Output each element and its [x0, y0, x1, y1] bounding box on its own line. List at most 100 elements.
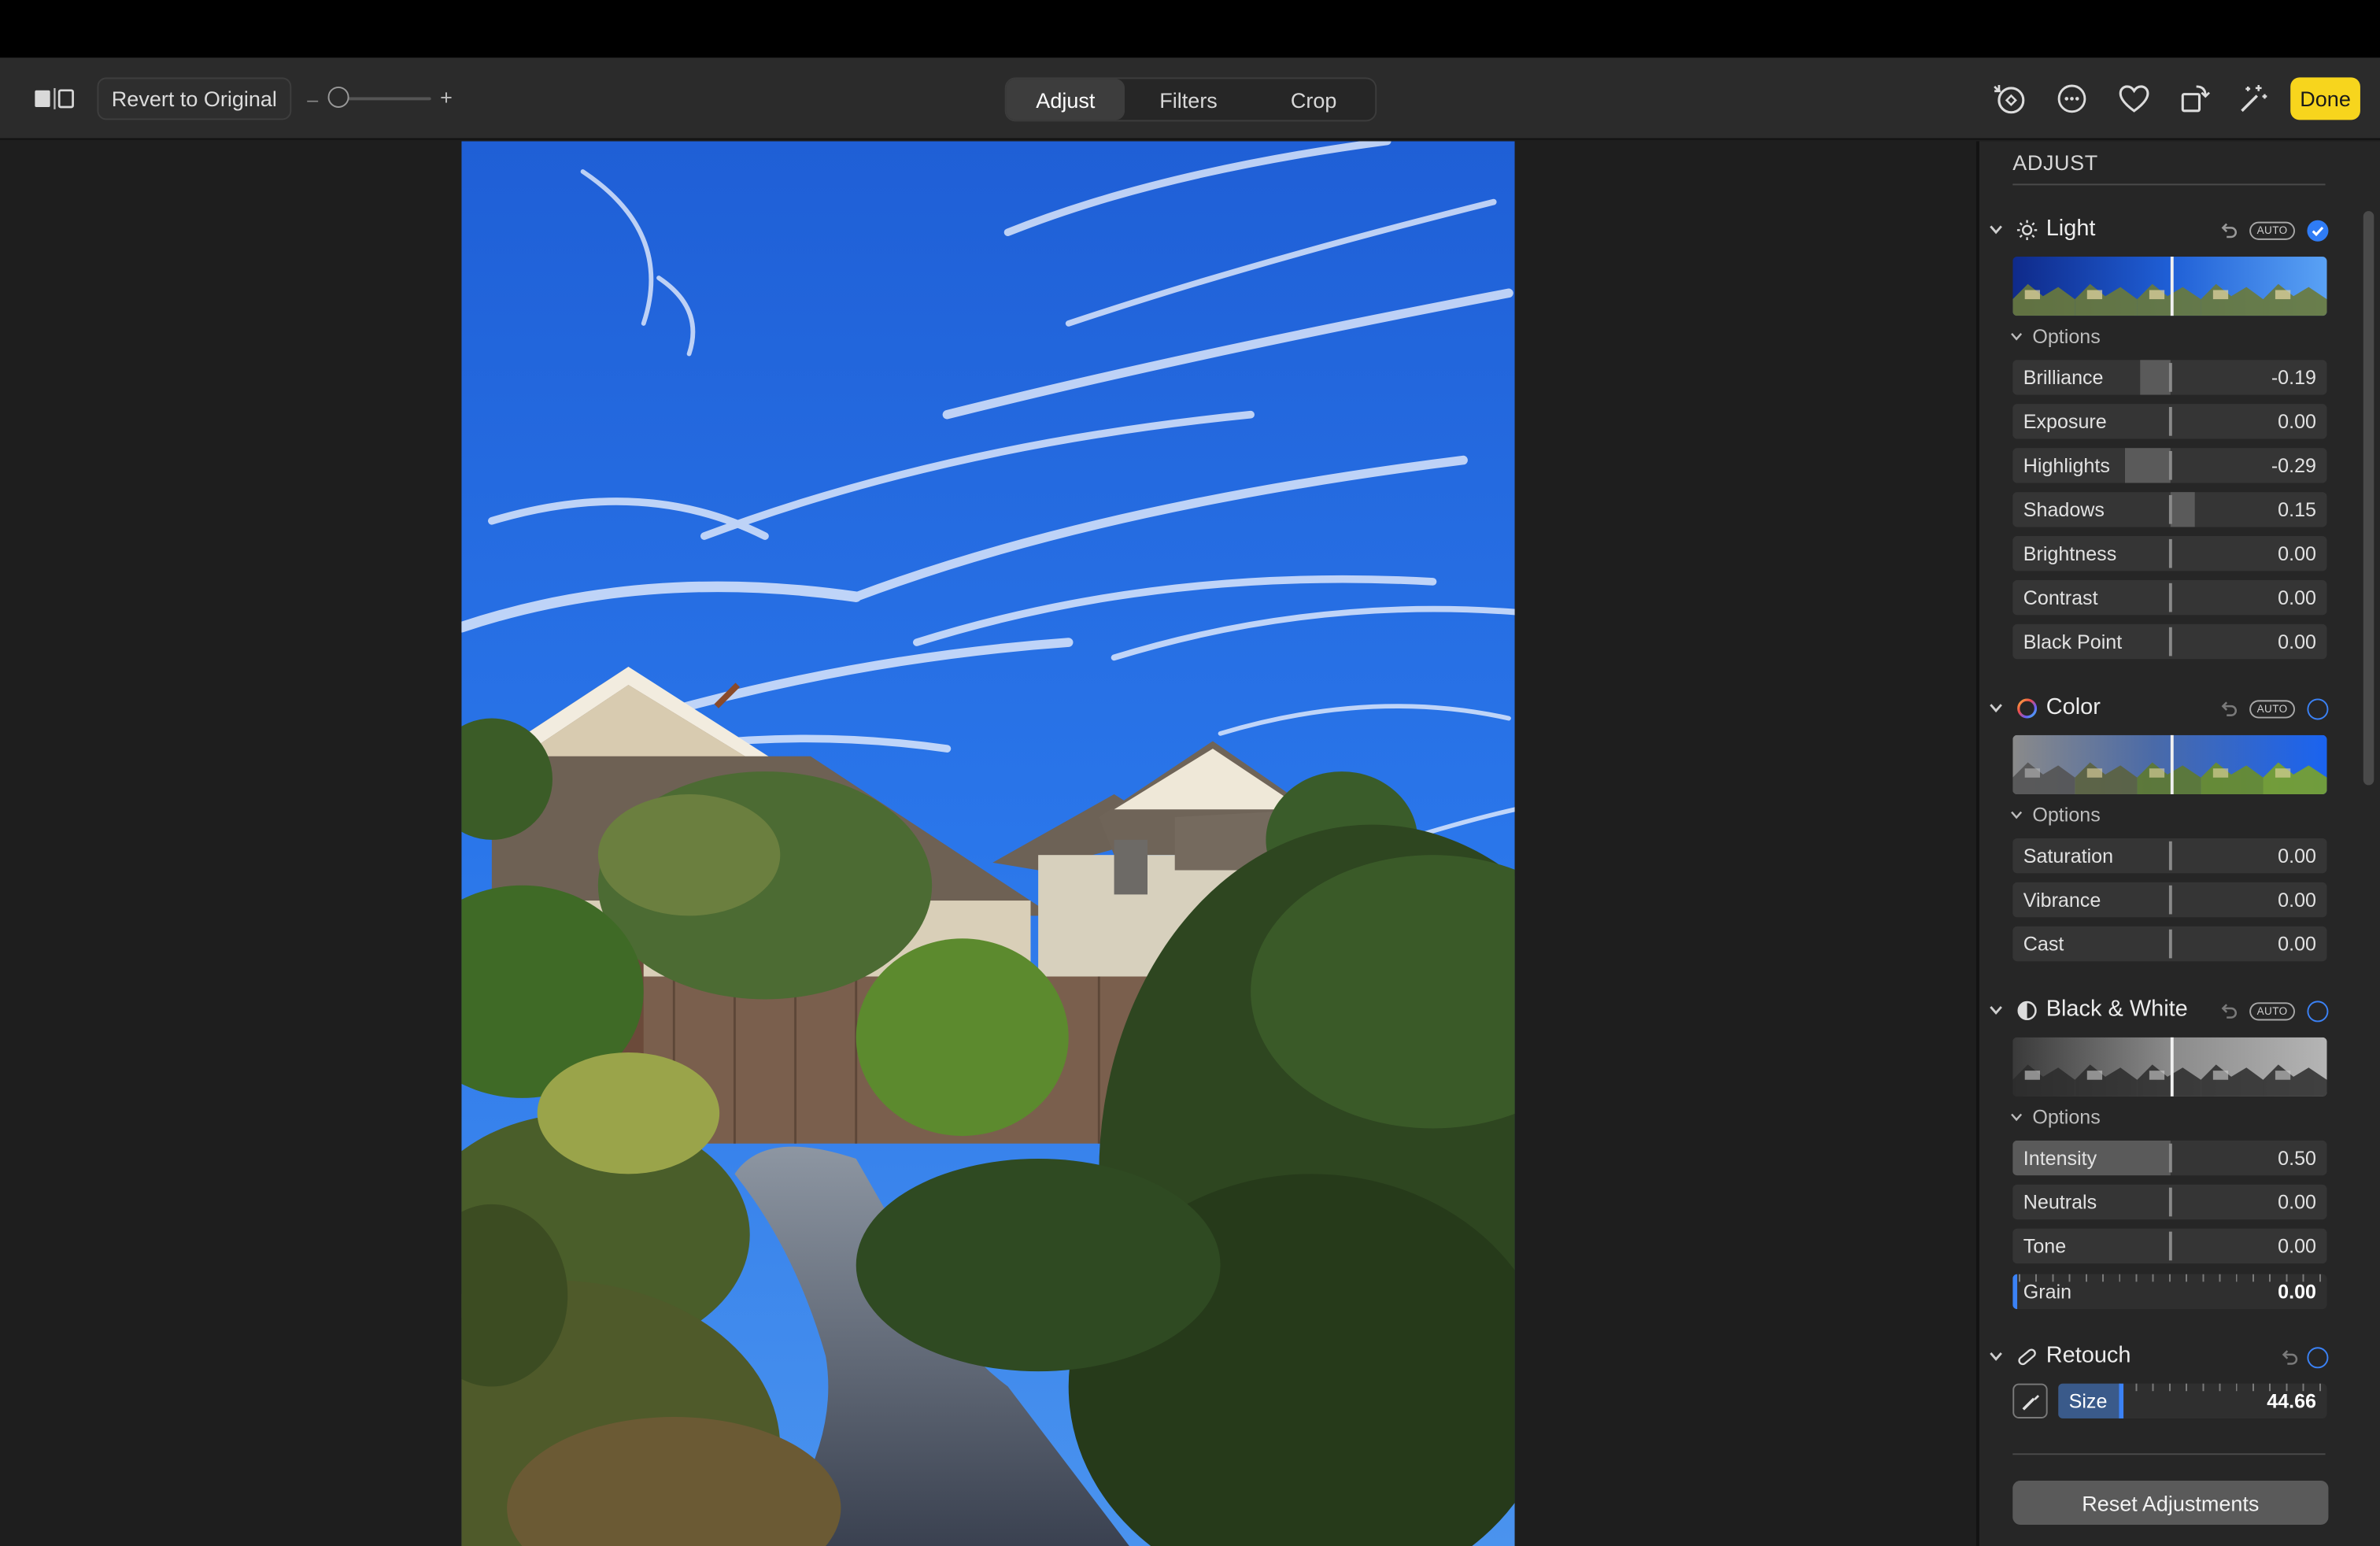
slider-brightness[interactable]: Brightness 0.00	[2012, 536, 2327, 571]
slider-label: Saturation	[2023, 844, 2114, 867]
tab-adjust[interactable]: Adjust	[1006, 79, 1125, 120]
slider-value: 0.00	[2278, 844, 2316, 867]
light-options-toggle[interactable]: Options	[2009, 325, 2101, 348]
tab-filters[interactable]: Filters	[1125, 79, 1252, 120]
slider-saturation[interactable]: Saturation 0.00	[2012, 838, 2327, 874]
divider	[2012, 183, 2326, 186]
sidebar-scrollbar[interactable]	[2363, 211, 2374, 786]
slider-contrast[interactable]: Contrast 0.00	[2012, 579, 2327, 616]
zoom-out-icon[interactable]: –	[304, 87, 322, 110]
favorite-heart-icon[interactable]	[2116, 80, 2152, 117]
half-circle-icon	[2017, 1000, 2037, 1021]
bw-options-toggle[interactable]: Options	[2009, 1106, 2101, 1128]
slider-neutrals[interactable]: Neutrals 0.00	[2012, 1184, 2327, 1220]
slider-fill	[2140, 360, 2171, 395]
slider-label: Size	[2068, 1389, 2108, 1413]
slider-label: Intensity	[2023, 1146, 2097, 1170]
slider-label: Grain	[2023, 1280, 2072, 1304]
photo-canvas	[0, 141, 1976, 1546]
retouch-brush-button[interactable]	[2012, 1383, 2048, 1418]
grain-slider[interactable]: Grain 0.00	[2012, 1274, 2327, 1310]
retouch-size-slider[interactable]: Size 44.66	[2058, 1383, 2327, 1418]
retouch-title: Retouch	[2046, 1342, 2131, 1369]
slider-exposure[interactable]: Exposure 0.00	[2012, 404, 2327, 439]
slider-value: -0.29	[2271, 453, 2316, 477]
auto-button[interactable]: AUTO	[2249, 221, 2295, 240]
undo-icon[interactable]	[2219, 698, 2238, 719]
slider-center-mark	[2168, 1143, 2172, 1173]
chevron-down-icon	[2011, 811, 2023, 819]
slider-center-mark	[2168, 494, 2172, 524]
slider-value: 0.00	[2278, 1234, 2316, 1258]
color-title: Color	[2046, 693, 2101, 720]
slider-label: Neutrals	[2023, 1190, 2097, 1214]
options-label: Options	[2032, 803, 2101, 827]
slider-value: 0.00	[2278, 409, 2316, 433]
slider-center-mark	[2168, 627, 2172, 656]
light-section-header[interactable]: Light AUTO	[1988, 214, 2331, 247]
rotate-icon[interactable]	[2177, 80, 2213, 117]
slider-highlights[interactable]: Highlights -0.29	[2012, 448, 2327, 483]
zoom-slider-knob[interactable]	[327, 86, 349, 108]
info-edit-icon[interactable]	[1991, 80, 2027, 117]
chevron-down-icon	[2011, 333, 2023, 341]
auto-button[interactable]: AUTO	[2249, 1002, 2295, 1021]
undo-icon[interactable]	[2219, 1000, 2238, 1022]
chevron-down-icon[interactable]	[1988, 1348, 2003, 1363]
enabled-checkmark-icon[interactable]	[2307, 220, 2329, 242]
reset-adjustments-button[interactable]: Reset Adjustments	[2012, 1481, 2329, 1525]
color-wheel-icon	[2017, 698, 2038, 719]
color-options-toggle[interactable]: Options	[2009, 803, 2101, 827]
retouch-section-header[interactable]: Retouch	[1988, 1341, 2331, 1374]
slider-handle[interactable]	[2119, 1383, 2124, 1418]
tab-crop[interactable]: Crop	[1252, 79, 1375, 120]
enable-toggle-circle-icon[interactable]	[2307, 698, 2329, 720]
chevron-down-icon[interactable]	[1988, 222, 2003, 237]
slider-brilliance[interactable]: Brilliance -0.19	[2012, 360, 2327, 395]
split-view-icon[interactable]	[31, 87, 76, 111]
undo-icon[interactable]	[2219, 220, 2238, 242]
photo-image[interactable]	[461, 141, 1515, 1546]
slider-cast[interactable]: Cast 0.00	[2012, 926, 2327, 962]
undo-icon[interactable]	[2280, 1347, 2298, 1368]
adjust-sidebar: ADJUST Light AUTO Options Brilliance -0.…	[1975, 141, 2380, 1546]
sun-icon	[2016, 220, 2038, 240]
menu-bar	[0, 0, 2380, 58]
bw-thumbnail-strip[interactable]	[2012, 1037, 2327, 1097]
slider-value: 0.15	[2278, 497, 2316, 521]
slider-value: 0.00	[2278, 586, 2316, 609]
slider-value: 0.50	[2278, 1146, 2316, 1170]
slider-fill	[2170, 492, 2194, 527]
slider-shadows[interactable]: Shadows 0.15	[2012, 492, 2327, 527]
enable-toggle-circle-icon[interactable]	[2307, 1347, 2329, 1369]
slider-black-point[interactable]: Black Point 0.00	[2012, 623, 2327, 660]
slider-value: 0.00	[2278, 932, 2316, 956]
zoom-in-icon[interactable]: +	[437, 85, 455, 109]
auto-enhance-icon[interactable]	[2234, 80, 2271, 117]
revert-to-original-button[interactable]: Revert to Original	[97, 77, 292, 120]
slider-label: Brilliance	[2023, 365, 2104, 389]
slider-tone[interactable]: Tone 0.00	[2012, 1228, 2327, 1264]
chevron-down-icon[interactable]	[1988, 1002, 2003, 1017]
slider-intensity[interactable]: Intensity 0.50	[2012, 1140, 2327, 1176]
more-icon[interactable]	[2053, 80, 2090, 117]
auto-button[interactable]: AUTO	[2249, 700, 2295, 719]
done-button[interactable]: Done	[2290, 77, 2360, 120]
slider-label: Brightness	[2023, 542, 2117, 565]
slider-value: 0.00	[2278, 630, 2316, 653]
slider-label: Contrast	[2023, 586, 2098, 609]
chevron-down-icon	[2011, 1113, 2023, 1122]
slider-label: Vibrance	[2023, 888, 2101, 912]
slider-center-mark	[2168, 1231, 2172, 1261]
color-section-header[interactable]: Color AUTO	[1988, 693, 2331, 726]
slider-label: Black Point	[2023, 630, 2123, 653]
slider-center-mark	[2168, 538, 2172, 568]
bw-section-header[interactable]: Black & White AUTO	[1988, 995, 2331, 1028]
chevron-down-icon[interactable]	[1988, 700, 2003, 715]
edit-mode-tabs: Adjust Filters Crop	[1004, 77, 1377, 122]
slider-vibrance[interactable]: Vibrance 0.00	[2012, 882, 2327, 918]
color-thumbnail-strip[interactable]	[2012, 734, 2327, 795]
enable-toggle-circle-icon[interactable]	[2307, 1000, 2329, 1023]
light-thumbnail-strip[interactable]	[2012, 257, 2327, 316]
slider-label: Exposure	[2023, 409, 2107, 433]
